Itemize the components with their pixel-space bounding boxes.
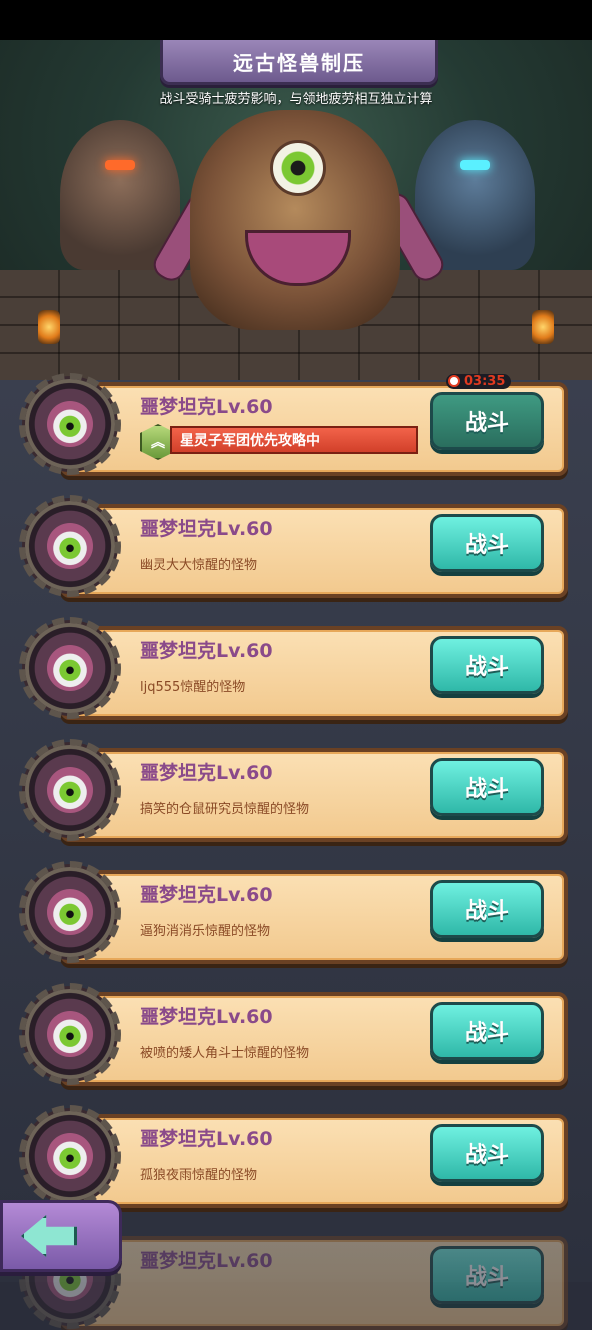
fight-button[interactable]: 战斗 (430, 758, 544, 816)
monster-name: 噩梦坦克Lv.60 (140, 1006, 273, 1028)
monster-avatar (19, 373, 121, 475)
list-item: 噩梦坦克Lv.60 搞笑的仓鼠研究员惊醒的怪物 战斗 (0, 739, 592, 842)
monster-name: 噩梦坦克Lv.60 (140, 762, 273, 784)
monster-awakened-by: 逼狗消消乐惊醒的怪物 (140, 924, 271, 939)
monster-avatar (19, 861, 121, 963)
back-arrow-icon (21, 1215, 77, 1257)
monster-name: 噩梦坦克Lv.60 (140, 396, 273, 418)
status-bar (0, 0, 592, 40)
monster-awakened-by: 孤狼夜雨惊醒的怪物 (140, 1168, 258, 1183)
monster-name: 噩梦坦克Lv.60 (140, 1250, 273, 1272)
monster-awakened-by: 幽灵大大惊醒的怪物 (140, 558, 258, 573)
monster-avatar (19, 1105, 121, 1207)
boss-monster-image (190, 110, 400, 330)
countdown-timer: 03:35 (446, 374, 512, 389)
fight-button[interactable]: 战斗 (430, 880, 544, 938)
torch-icon (38, 310, 60, 344)
fight-button[interactable]: 战斗 (430, 392, 544, 450)
list-item: 噩梦坦克Lv.60 逼狗消消乐惊醒的怪物 战斗 (0, 861, 592, 964)
monster-name: 噩梦坦克Lv.60 (140, 1128, 273, 1150)
monster-awakened-by: 搞笑的仓鼠研究员惊醒的怪物 (140, 802, 310, 817)
monster-name: 噩梦坦克Lv.60 (140, 518, 273, 540)
boss-mouth (245, 230, 351, 286)
list-item: 噩梦坦克Lv.60 ︽ 星灵子军团优先攻略中 03:35 战斗 (0, 373, 592, 476)
monster-name: 噩梦坦克Lv.60 (140, 640, 273, 662)
list-item: 噩梦坦克Lv.60 孤狼夜雨惊醒的怪物 战斗 (0, 1105, 592, 1208)
fight-button[interactable]: 战斗 (430, 1124, 544, 1182)
monster-avatar (19, 617, 121, 719)
fight-button[interactable]: 战斗 (430, 514, 544, 572)
priority-banner: 星灵子军团优先攻略中 (170, 426, 418, 454)
clock-icon (448, 375, 460, 387)
list-item: 噩梦坦克Lv.60 幽灵大大惊醒的怪物 战斗 (0, 495, 592, 598)
monster-awakened-by: 被喷的矮人角斗士惊醒的怪物 (140, 1046, 310, 1061)
list-item: 噩梦坦克Lv.60 ljq555惊醒的怪物 战斗 (0, 617, 592, 720)
back-button[interactable] (0, 1200, 122, 1272)
page-subtitle: 战斗受骑士疲劳影响，与领地疲劳相互独立计算 (159, 92, 433, 107)
fight-button[interactable]: 战斗 (430, 636, 544, 694)
monster-name: 噩梦坦克Lv.60 (140, 884, 273, 906)
torch-icon (532, 310, 554, 344)
boss-eye (270, 140, 326, 196)
monster-avatar (19, 739, 121, 841)
fight-button[interactable]: 战斗 (430, 1002, 544, 1060)
page-title: 远古怪兽制压 (160, 40, 438, 85)
list-item: 噩梦坦克Lv.60 被喷的矮人角斗士惊醒的怪物 战斗 (0, 983, 592, 1086)
monster-avatar (19, 983, 121, 1085)
fight-button[interactable]: 战斗 (430, 1246, 544, 1304)
monster-avatar (19, 495, 121, 597)
monster-awakened-by: ljq555惊醒的怪物 (140, 680, 246, 695)
